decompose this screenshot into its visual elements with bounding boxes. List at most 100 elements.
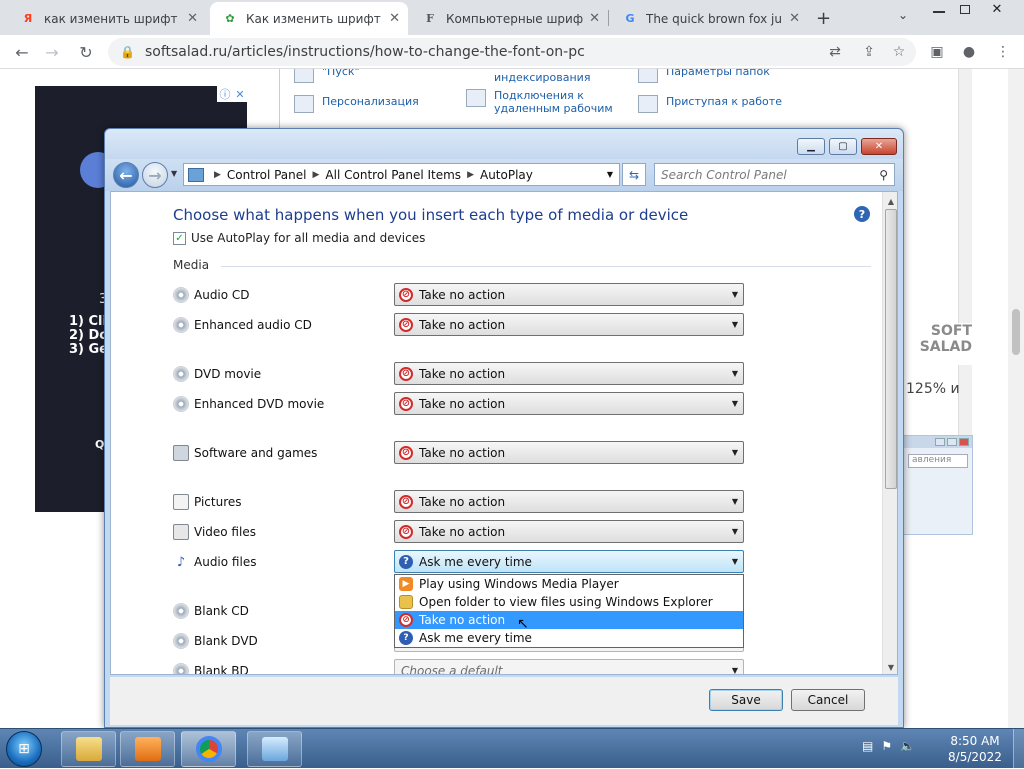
new-tab-icon[interactable]: + — [816, 8, 831, 29]
dropdown-arrow-icon[interactable]: ▼ — [727, 290, 743, 299]
scroll-up-icon[interactable]: ▲ — [883, 194, 897, 208]
blank-bd-icon — [173, 663, 189, 674]
cancel-button[interactable]: Cancel — [791, 689, 865, 711]
media-row-enhanced-audio-cd: Enhanced audio CD — [173, 317, 312, 333]
dialog-close-button[interactable]: ✕ — [861, 138, 897, 155]
refresh-icon[interactable]: ⇆ — [622, 163, 646, 186]
breadcrumb-separator-icon[interactable]: ▶ — [313, 170, 320, 180]
dialog-title-bar[interactable]: ▁ ▢ ✕ — [105, 129, 903, 159]
video-files-action-select[interactable]: ⊘ Take no action ▼ — [394, 520, 744, 543]
option-open-folder[interactable]: Open folder to view files using Windows … — [395, 593, 743, 611]
close-window-button[interactable]: ✕ — [980, 0, 1014, 18]
option-play-wmp[interactable]: ▶ Play using Windows Media Player — [395, 575, 743, 593]
breadcrumb-all-items[interactable]: All Control Panel Items — [325, 168, 461, 182]
share-icon[interactable]: ⇪ — [860, 43, 878, 61]
reload-icon[interactable]: ↻ — [74, 40, 98, 64]
personalization-link[interactable]: Персонализация — [294, 95, 419, 113]
folder-options-link[interactable]: Параметры папок — [638, 69, 770, 83]
close-tab-icon[interactable]: ✕ — [187, 11, 198, 26]
ad-choices-close[interactable]: ⓘ ✕ — [217, 86, 247, 102]
ad-close-icon[interactable]: ✕ — [235, 88, 244, 101]
dialog-breadcrumb[interactable]: ▶ Control Panel ▶ All Control Panel Item… — [183, 163, 620, 186]
close-tab-icon[interactable]: ✕ — [789, 11, 800, 26]
system-clock[interactable]: 8:50 AM 8/5/2022 — [940, 733, 1010, 765]
getting-started-link[interactable]: Приступая к работе — [638, 95, 782, 113]
side-panel-icon[interactable]: ▣ — [928, 43, 946, 61]
blank-bd-action-select[interactable]: Choose a default ▼ — [394, 659, 744, 674]
audio-files-dropdown-list[interactable]: ▶ Play using Windows Media Player Open fo… — [394, 574, 744, 648]
close-tab-icon[interactable]: ✕ — [389, 11, 400, 26]
close-tab-icon[interactable]: ✕ — [589, 11, 600, 26]
breadcrumb-separator-icon[interactable]: ▶ — [467, 170, 474, 180]
use-autoplay-checkbox[interactable]: ✓ Use AutoPlay for all media and devices — [173, 231, 425, 245]
ask-icon: ? — [399, 631, 413, 645]
start-button[interactable]: ⊞ — [6, 731, 42, 767]
dropdown-arrow-icon[interactable]: ▼ — [727, 369, 743, 378]
google-icon: G — [625, 12, 635, 25]
dialog-forward-icon[interactable]: → — [142, 162, 168, 188]
back-arrow-icon[interactable]: ← — [10, 40, 34, 64]
address-bar[interactable]: 🔒 softsalad.ru/articles/instructions/how… — [108, 38, 916, 66]
software-games-icon — [173, 445, 189, 461]
dropdown-arrow-icon[interactable]: ▼ — [727, 497, 743, 506]
dialog-minimize-button[interactable]: ▁ — [797, 138, 825, 155]
media-section-label: Media — [173, 258, 210, 272]
browser-menu-icon[interactable]: ⋮ — [994, 43, 1012, 61]
search-control-panel-input[interactable]: Search Control Panel ⚲ — [654, 163, 895, 186]
help-icon[interactable]: ? — [854, 206, 870, 222]
ad-info-icon[interactable]: ⓘ — [219, 86, 230, 102]
network-icon[interactable]: ▤ — [862, 739, 873, 753]
option-ask-me-every-time[interactable]: ? Ask me every time — [395, 629, 743, 647]
media-player-taskbar-button[interactable] — [120, 731, 175, 767]
software-games-action-select[interactable]: ⊘ Take no action ▼ — [394, 441, 744, 464]
dvd-movie-action-select[interactable]: ⊘ Take no action ▼ — [394, 362, 744, 385]
dropdown-arrow-icon[interactable]: ▼ — [727, 320, 743, 329]
audio-cd-action-select[interactable]: ⊘ Take no action ▼ — [394, 283, 744, 306]
breadcrumb-autoplay[interactable]: AutoPlay — [480, 168, 533, 182]
breadcrumb-control-panel[interactable]: Control Panel — [227, 168, 307, 182]
dropdown-arrow-icon[interactable]: ▼ — [727, 666, 743, 674]
browser-tab-1[interactable]: Я как изменить шрифт на ✕ — [8, 2, 206, 35]
dropdown-arrow-icon[interactable]: ▼ — [727, 399, 743, 408]
control-panel-taskbar-button[interactable] — [247, 731, 302, 767]
recent-pages-chevron-icon[interactable]: ▼ — [171, 169, 177, 178]
tab-search-chevron-icon[interactable]: ⌄ — [898, 8, 908, 22]
action-center-flag-icon[interactable]: ⚑ — [881, 739, 892, 753]
profile-avatar-icon[interactable]: ● — [960, 43, 978, 61]
scroll-down-icon[interactable]: ▼ — [883, 660, 897, 674]
dropdown-arrow-icon[interactable]: ▼ — [727, 448, 743, 457]
enhanced-dvd-action-select[interactable]: ⊘ Take no action ▼ — [394, 392, 744, 415]
start-menu-link[interactable]: "Пуск" — [294, 69, 360, 83]
indexing-link[interactable]: индексирования — [466, 71, 590, 89]
bookmark-star-icon[interactable]: ☆ — [890, 43, 908, 61]
dialog-scrollbar[interactable]: ▲ ▼ — [882, 192, 897, 674]
checkbox-check-icon[interactable]: ✓ — [173, 231, 186, 245]
translate-icon[interactable]: ⇄ — [826, 43, 844, 61]
dialog-maximize-button[interactable]: ▢ — [829, 138, 857, 155]
page-scrollbar[interactable] — [1008, 69, 1024, 728]
search-icon[interactable]: ⚲ — [879, 168, 888, 182]
dropdown-arrow-icon[interactable]: ▼ — [727, 557, 743, 566]
breadcrumb-separator-icon[interactable]: ▶ — [214, 170, 221, 180]
page-scrollbar-thumb[interactable] — [1012, 309, 1020, 355]
show-desktop-button[interactable] — [1013, 729, 1024, 769]
forward-arrow-icon[interactable]: → — [40, 40, 64, 64]
volume-icon[interactable]: 🔈 — [900, 739, 915, 753]
restore-window-button[interactable] — [948, 0, 982, 18]
audio-files-action-select[interactable]: ? Ask me every time ▼ — [394, 550, 744, 573]
dialog-back-icon[interactable]: ← — [113, 162, 139, 188]
option-take-no-action[interactable]: ⊘ Take no action — [395, 611, 743, 629]
chrome-taskbar-button[interactable] — [181, 731, 236, 767]
blank-dvd-icon — [173, 633, 189, 649]
dropdown-arrow-icon[interactable]: ▼ — [727, 527, 743, 536]
explorer-taskbar-button[interactable] — [61, 731, 116, 767]
remote-connections-link[interactable]: Подключения к удаленным рабочим — [466, 89, 626, 115]
browser-tab-3[interactable]: F Компьютерные шрифты ✕ — [410, 2, 608, 35]
dialog-scrollbar-thumb[interactable] — [885, 209, 897, 489]
breadcrumb-history-chevron-icon[interactable]: ▼ — [607, 170, 613, 179]
browser-tab-4[interactable]: G The quick brown fox jump ✕ — [610, 2, 808, 35]
browser-tab-2[interactable]: ✿ Как изменить шрифт на ✕ — [210, 2, 408, 35]
save-button[interactable]: Save — [709, 689, 783, 711]
pictures-action-select[interactable]: ⊘ Take no action ▼ — [394, 490, 744, 513]
enhanced-audio-cd-action-select[interactable]: ⊘ Take no action ▼ — [394, 313, 744, 336]
